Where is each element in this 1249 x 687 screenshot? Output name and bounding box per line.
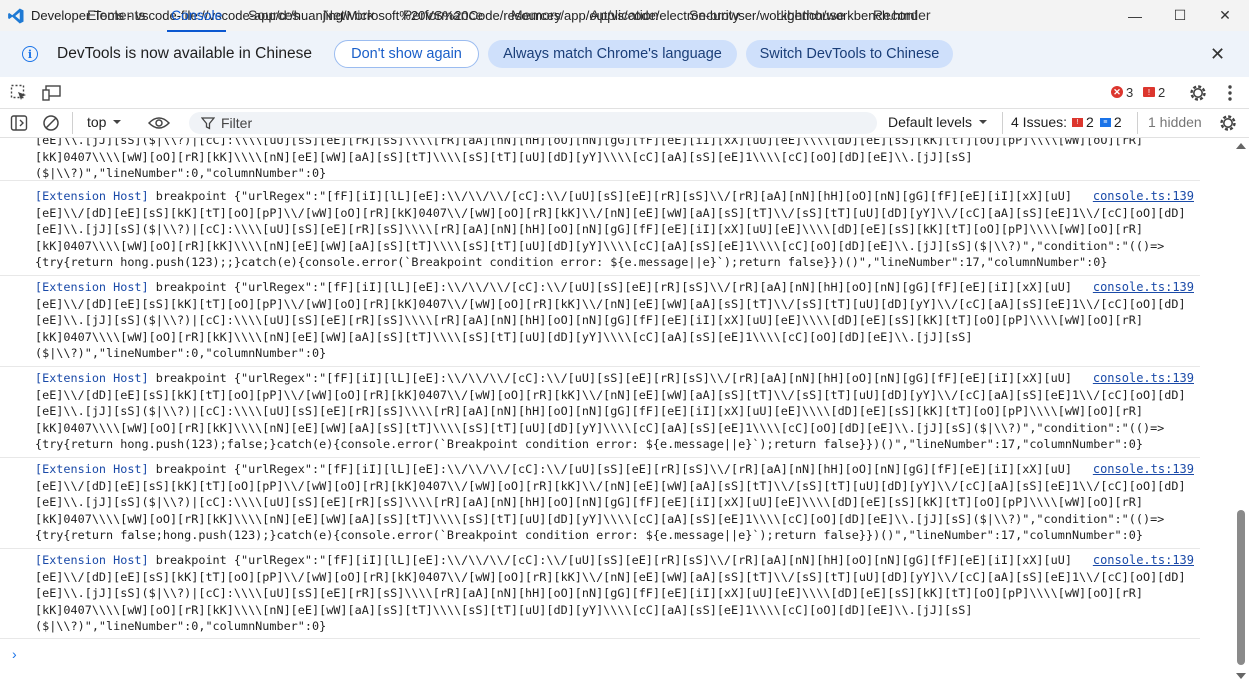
devtools-tab-bar	[0, 77, 1249, 109]
filter-placeholder: Filter	[221, 115, 253, 131]
issue-info-icon: ≡	[1099, 117, 1111, 127]
minimize-icon: —	[1128, 7, 1142, 24]
chevron-down-icon	[979, 120, 988, 124]
console-message: [Extension Host] breakpoint {"urlRegex":…	[0, 279, 1200, 367]
tab-performance[interactable]: Performance	[403, 0, 483, 31]
message-source: [Extension Host]	[35, 280, 149, 294]
chevron-down-icon	[113, 120, 122, 124]
console-message: [Extension Host] breakpoint {"urlRegex":…	[0, 552, 1200, 639]
match-language-button[interactable]: Always match Chrome's language	[488, 40, 737, 68]
notice-close-icon[interactable]: ✕	[1210, 44, 1225, 65]
tab-console[interactable]: Console	[166, 0, 227, 32]
tab-lighthouse[interactable]: Lighthouse	[776, 0, 845, 31]
toolbar-divider	[72, 112, 73, 134]
settings-gear-icon[interactable]	[1188, 83, 1208, 103]
close-window-button[interactable]: ✕	[1202, 0, 1248, 31]
notice-message: DevTools is now available in Chinese	[57, 45, 313, 62]
message-source: [Extension Host]	[35, 553, 149, 567]
console-message: [Extension Host] breakpoint {"urlRegex":…	[0, 461, 1200, 549]
source-link[interactable]: console.ts:139	[1093, 461, 1194, 478]
console-settings-gear-icon[interactable]	[1218, 113, 1238, 133]
warning-count-badge[interactable]: ! 2	[1143, 83, 1165, 101]
tab-recorder[interactable]: Recorder	[873, 0, 931, 31]
issue-error-icon: !	[1072, 117, 1084, 127]
error-count-badge[interactable]: ✕ 3	[1111, 83, 1133, 101]
device-toolbar-icon[interactable]	[42, 84, 62, 102]
warning-icon: !	[1143, 87, 1155, 97]
console-message: [eE]\\.[jJ][sS]($|\\?)|[cC]:\\\\[uU][sS]…	[0, 138, 1200, 181]
toolbar-divider	[1137, 112, 1138, 134]
console-scrollbar[interactable]	[1233, 138, 1249, 687]
eye-icon[interactable]	[148, 115, 170, 131]
console-message-text: [Extension Host] breakpoint {"urlRegex":…	[35, 280, 1186, 360]
clear-console-icon[interactable]	[42, 114, 60, 132]
filter-input[interactable]: Filter	[189, 112, 877, 134]
console-message-text: [Extension Host] breakpoint {"urlRegex":…	[35, 189, 1186, 269]
tab-security[interactable]: Security	[689, 0, 740, 31]
source-link[interactable]: console.ts:139	[1093, 370, 1194, 387]
scrollbar-thumb[interactable]	[1237, 510, 1245, 665]
log-levels-dropdown[interactable]: Default levels	[888, 114, 988, 130]
dont-show-again-button[interactable]: Don't show again	[334, 40, 479, 68]
context-selector[interactable]: top	[87, 114, 122, 130]
maximize-icon: ☐	[1173, 7, 1187, 23]
message-source: [Extension Host]	[35, 371, 149, 385]
error-icon: ✕	[1111, 86, 1123, 98]
console-message: [Extension Host] breakpoint {"urlRegex":…	[0, 370, 1200, 458]
source-link[interactable]: console.ts:139	[1093, 188, 1194, 205]
toolbar-divider	[1002, 112, 1003, 134]
close-icon: ✕	[1219, 7, 1231, 23]
tab-network[interactable]: Network	[323, 0, 374, 31]
tab-sources[interactable]: Sources	[248, 0, 299, 31]
sidebar-toggle-icon[interactable]	[10, 114, 28, 132]
vscode-logo-icon	[8, 8, 24, 23]
console-message-text: [Extension Host] breakpoint {"urlRegex":…	[35, 371, 1186, 451]
message-source: [Extension Host]	[35, 462, 149, 476]
more-options-icon[interactable]	[1221, 83, 1239, 103]
source-link[interactable]: console.ts:139	[1093, 279, 1194, 296]
issues-counter[interactable]: 4 Issues: ! 2 ≡ 2	[1011, 114, 1122, 130]
message-source: [Extension Host]	[35, 189, 149, 203]
console-prompt-icon[interactable]: ›	[12, 646, 17, 662]
inspect-element-icon[interactable]	[10, 84, 28, 102]
switch-language-button[interactable]: Switch DevTools to Chinese	[746, 40, 953, 68]
scroll-down-icon[interactable]	[1236, 673, 1246, 679]
console-message-text: [Extension Host] breakpoint {"urlRegex":…	[35, 553, 1186, 633]
hidden-count: 1 hidden	[1148, 114, 1202, 130]
filter-icon	[201, 117, 215, 130]
minimize-button[interactable]: —	[1112, 0, 1158, 31]
info-icon: i	[22, 46, 38, 62]
console-message: [Extension Host] breakpoint {"urlRegex":…	[0, 188, 1200, 276]
tab-application[interactable]: Application	[590, 0, 659, 31]
source-link[interactable]: console.ts:139	[1093, 552, 1194, 569]
tab-memory[interactable]: Memory	[511, 0, 562, 31]
console-message-text: [Extension Host] breakpoint {"urlRegex":…	[35, 462, 1186, 542]
console-message-text: [eE]\\.[jJ][sS]($|\\?)|[cC]:\\\\[uU][sS]…	[35, 138, 1143, 180]
tab-elements[interactable]: Elements	[87, 0, 145, 31]
maximize-button[interactable]: ☐	[1157, 0, 1203, 31]
console-log[interactable]: [eE]\\.[jJ][sS]($|\\?)|[cC]:\\\\[uU][sS]…	[0, 138, 1233, 687]
scroll-up-icon[interactable]	[1236, 143, 1246, 149]
